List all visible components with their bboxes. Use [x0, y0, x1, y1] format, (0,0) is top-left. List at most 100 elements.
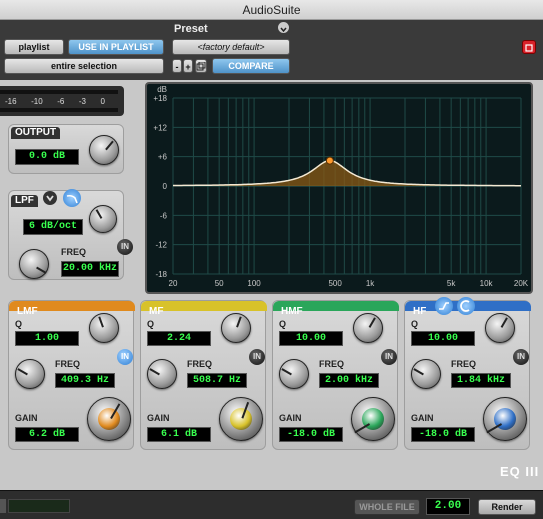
compare-button[interactable]: COMPARE: [212, 58, 290, 74]
graph-y-tick-label: +6: [158, 153, 168, 162]
footer-bar: WHOLE FILE 2.00 Render: [0, 490, 543, 519]
eq-curve-fill: [173, 160, 521, 186]
copy-icon: [196, 61, 206, 71]
band-gain-display[interactable]: 6.2 dB: [15, 427, 79, 442]
band-q-knob[interactable]: [89, 313, 119, 343]
use-in-playlist-button[interactable]: USE IN PLAYLIST: [68, 39, 164, 55]
window-title: AudioSuite: [242, 3, 301, 17]
meter-tick: -10: [31, 97, 43, 106]
power-icon: [525, 44, 533, 52]
selection-mode-dropdown[interactable]: entire selection: [4, 58, 164, 74]
band-gain-display[interactable]: -18.0 dB: [279, 427, 343, 442]
band-q-display[interactable]: 10.00: [411, 331, 475, 346]
lpf-slope-knob[interactable]: [89, 205, 117, 233]
band-gain-knob[interactable]: [87, 397, 131, 441]
band-section-mf: MF Q 2.24 FREQ 508.7 Hz IN GAIN 6.1 dB: [140, 300, 267, 450]
band-q-display[interactable]: 1.00: [15, 331, 79, 346]
band-gain-knob[interactable]: [483, 397, 527, 441]
graph-x-tick-label: 20: [169, 279, 178, 288]
band-in-button[interactable]: IN: [381, 349, 397, 365]
graph-y-tick-label: +12: [153, 123, 167, 132]
lpf-slope-display[interactable]: 6 dB/oct: [23, 219, 83, 235]
band-freq-knob[interactable]: [147, 359, 177, 389]
render-label: Render: [491, 502, 523, 512]
output-gain-knob[interactable]: [89, 135, 119, 165]
band-gain-knob-cap: [230, 408, 252, 430]
band-gain-label: GAIN: [147, 413, 170, 423]
band-in-button[interactable]: IN: [249, 349, 265, 365]
band-freq-knob[interactable]: [411, 359, 441, 389]
band-in-label: IN: [385, 352, 393, 361]
lpf-label: LPF: [11, 195, 38, 207]
meter-tick: -6: [57, 97, 65, 106]
band-freq-display[interactable]: 508.7 Hz: [187, 373, 247, 388]
footer-meter-stub: [0, 499, 6, 513]
band-gain-knob-cap: [494, 408, 516, 430]
band-q-display[interactable]: 10.00: [279, 331, 343, 346]
lpf-freq-display[interactable]: 20.00 kHz: [61, 261, 119, 277]
graph-x-tick-label: 100: [247, 279, 261, 288]
band-q-display[interactable]: 2.24: [147, 331, 211, 346]
eq-graph-svg: dB+18 +12 +6 0 -6 -12 -1820 50 100 500 1k 5k 10k 20K: [153, 85, 528, 288]
band-freq-knob[interactable]: [279, 359, 309, 389]
preset-minus-label: -: [175, 62, 179, 72]
meter-tick: 0: [100, 97, 105, 106]
playlist-dropdown[interactable]: playlist: [4, 39, 64, 55]
band-label: HMF: [281, 306, 303, 317]
band-q-knob[interactable]: [485, 313, 515, 343]
band-in-button[interactable]: IN: [117, 349, 133, 365]
band-q-knob[interactable]: [221, 313, 251, 343]
lpf-freq-label: FREQ: [61, 247, 87, 257]
graph-x-tick-label: 50: [215, 279, 224, 288]
preset-minus-button[interactable]: -: [172, 59, 182, 73]
low-pass-filter-icon: [66, 194, 78, 204]
eq3-logo: EQ III: [500, 464, 540, 479]
hf-shelf-button[interactable]: [435, 297, 453, 315]
band-gain-display[interactable]: -18.0 dB: [411, 427, 475, 442]
band-gain-display[interactable]: 6.1 dB: [147, 427, 211, 442]
graph-y-tick-label: +18: [153, 94, 167, 103]
graph-x-tick-label: 5k: [447, 279, 456, 288]
lpf-filter-type-button[interactable]: [63, 189, 81, 207]
lpf-slope-toggle[interactable]: [43, 191, 57, 205]
whole-file-label: WHOLE FILE: [359, 502, 415, 512]
window-title-bar: AudioSuite: [0, 0, 543, 20]
band-freq-label: FREQ: [55, 359, 81, 369]
band-gain-knob-cap: [98, 408, 120, 430]
handle-length-display[interactable]: 2.00: [426, 498, 470, 515]
preset-copy-button[interactable]: [195, 59, 207, 73]
eq-graph[interactable]: dB +18 +12 +6 0 -6 -12 -18 20 50 100 500 1k 5k 10k 20K: [145, 82, 533, 294]
band-gain-knob[interactable]: [351, 397, 395, 441]
band-freq-display[interactable]: 1.84 kHz: [451, 373, 511, 388]
meter-tick: -16: [5, 97, 17, 106]
band-gain-knob[interactable]: [219, 397, 263, 441]
compare-label: COMPARE: [228, 61, 274, 71]
preset-menu-icon[interactable]: [278, 22, 289, 33]
chevron-down-icon: [280, 27, 287, 33]
band-section-hmf: HMF Q 10.00 FREQ 2.00 kHz IN GAIN -18.0 …: [272, 300, 399, 450]
preset-value: <factory default>: [197, 42, 265, 52]
band-section-lmf: LMF Q 1.00 FREQ 409.3 Hz IN GAIN 6.2 dB: [8, 300, 135, 450]
lpf-in-button[interactable]: IN: [117, 239, 133, 255]
lpf-freq-knob[interactable]: [19, 249, 49, 279]
preset-dropdown[interactable]: <factory default>: [172, 39, 290, 55]
render-button[interactable]: Render: [478, 499, 536, 515]
input-meter: -16 -10 -6 -3 0: [0, 86, 124, 116]
graph-y-tick-label: dB: [157, 85, 167, 94]
band-q-label: Q: [147, 319, 155, 329]
band-gain-label: GAIN: [279, 413, 302, 423]
preset-plus-button[interactable]: +: [183, 59, 193, 73]
band-freq-display[interactable]: 409.3 Hz: [55, 373, 115, 388]
whole-file-button[interactable]: WHOLE FILE: [354, 499, 420, 515]
band-freq-display[interactable]: 2.00 kHz: [319, 373, 379, 388]
meter-bar-bottom: [0, 108, 118, 112]
band-freq-knob[interactable]: [15, 359, 45, 389]
playlist-dropdown-label: playlist: [18, 42, 50, 52]
output-gain-display[interactable]: 0.0 dB: [15, 149, 79, 165]
hf-peak-button[interactable]: [457, 297, 475, 315]
band-in-button[interactable]: IN: [513, 349, 529, 365]
hf-filter-type-group: [435, 297, 479, 315]
band-q-knob[interactable]: [353, 313, 383, 343]
band-q-label: Q: [411, 319, 419, 329]
bypass-button[interactable]: [522, 40, 536, 54]
